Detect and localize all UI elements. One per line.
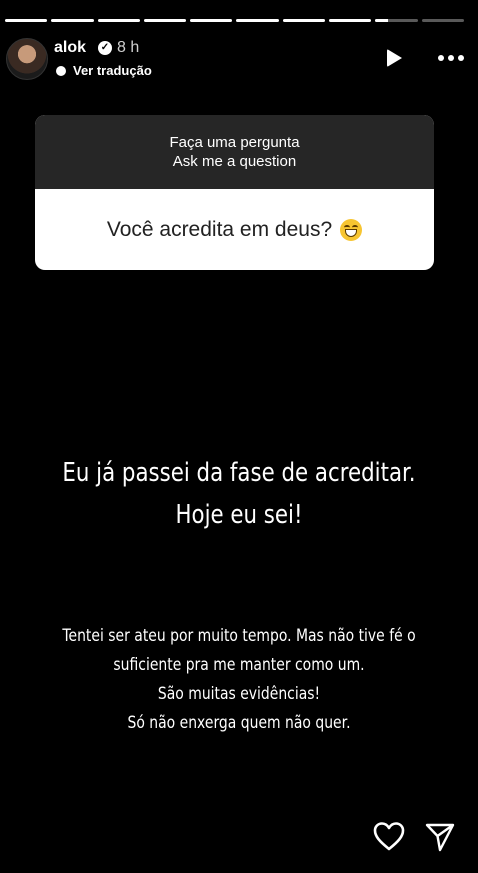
question-sticker: Faça uma pergunta Ask me a question Você… xyxy=(35,115,434,270)
avatar[interactable] xyxy=(6,38,48,80)
story-progress-segment xyxy=(282,19,326,22)
story-progress-segment xyxy=(375,19,418,22)
play-icon[interactable] xyxy=(387,49,402,67)
grinning-face-icon xyxy=(340,218,363,241)
story-progress-segment xyxy=(5,19,48,22)
answer-body-line: Só não enxerga quem não quer. xyxy=(127,713,351,733)
answer-body-line: Tentei ser ateu por muito tempo. Mas não… xyxy=(62,626,416,646)
username[interactable]: alok xyxy=(54,39,86,57)
more-icon[interactable] xyxy=(438,55,464,61)
question-text: Você acredita em deus? xyxy=(106,217,333,241)
question-sticker-header: Faça uma pergunta Ask me a question xyxy=(35,115,434,189)
verified-badge-icon: ✓ xyxy=(98,41,112,55)
story-header: alok ✓ 8 h Ver tradução xyxy=(6,36,464,80)
question-prompt-pt: Faça uma pergunta xyxy=(169,134,300,151)
time-ago: 8 h xyxy=(117,39,140,56)
translate-button[interactable]: Ver tradução xyxy=(56,63,152,78)
story-progress-segment xyxy=(421,19,464,22)
send-icon[interactable] xyxy=(424,821,456,853)
heart-icon[interactable] xyxy=(372,820,406,852)
translate-label: Ver tradução xyxy=(73,63,152,78)
story-progress-bar xyxy=(5,19,464,22)
question-prompt-en: Ask me a question xyxy=(172,153,297,170)
answer-headline: Eu já passei da fase de acreditar. Hoje … xyxy=(43,452,435,536)
story-progress-segment xyxy=(51,19,94,22)
answer-body-line: São muitas evidências! xyxy=(157,684,321,704)
translate-icon xyxy=(56,65,66,76)
story-progress-segment xyxy=(143,19,187,22)
question-sticker-body: Você acredita em deus? xyxy=(35,189,434,270)
story-progress-segment xyxy=(236,19,279,22)
answer-headline-line: Hoje eu sei! xyxy=(175,500,303,530)
story-progress-segment xyxy=(97,19,140,22)
story-progress-segment xyxy=(329,19,372,22)
story-progress-segment xyxy=(190,19,233,22)
answer-body-line: suficiente pra me manter como um. xyxy=(113,655,365,675)
answer-headline-line: Eu já passei da fase de acreditar. xyxy=(62,458,416,488)
answer-body: Tentei ser ateu por muito tempo. Mas não… xyxy=(43,622,435,738)
